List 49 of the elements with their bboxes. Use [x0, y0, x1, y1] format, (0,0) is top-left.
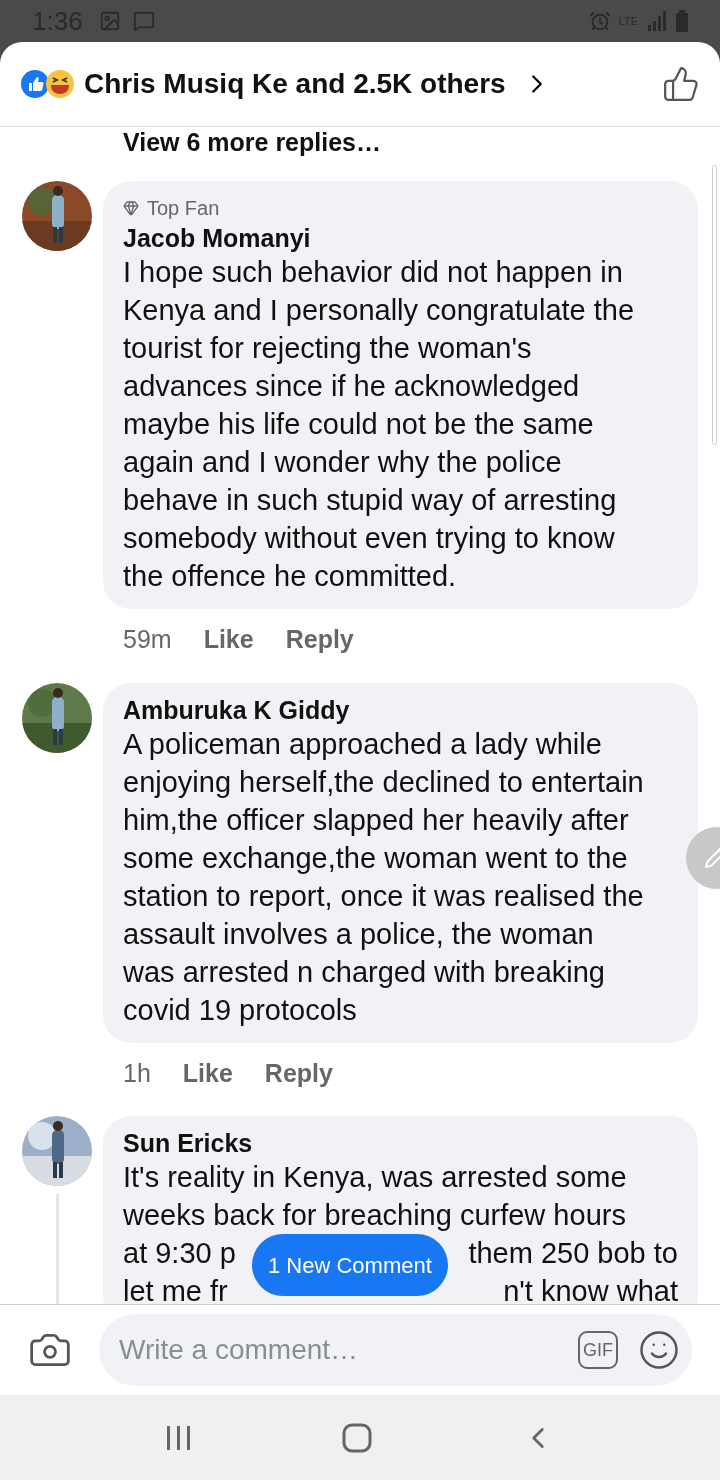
comment-text: them 250 bob to	[468, 1236, 678, 1271]
comment-text: covid 19 protocols	[123, 992, 357, 1028]
comment-text: somebody without even trying to know	[123, 521, 615, 556]
comment-text: weeks back for breaching curfew hours	[123, 1198, 626, 1233]
comment-action[interactable]: Like	[203, 621, 254, 659]
message-icon	[132, 10, 155, 32]
emoji-icon[interactable]	[638, 1329, 680, 1371]
home-icon[interactable]	[342, 1422, 372, 1453]
signal-icon	[646, 11, 668, 31]
comment-text: at 9:30 p	[123, 1236, 236, 1271]
comment-text: maybe his life could not be the same	[123, 407, 594, 442]
comment-text: enjoying herself,the declined to entertain	[123, 764, 644, 800]
reactions-icon	[20, 69, 76, 99]
comment-text: behave in such stupid way of arresting	[123, 483, 617, 518]
alarm-icon	[588, 10, 611, 32]
image-icon	[98, 10, 121, 32]
comment-text: again and I wonder why the police	[123, 445, 562, 480]
view-more-replies-link[interactable]: View 6 more replies…	[123, 127, 720, 157]
commenter-name[interactable]: Amburuka K Giddy	[123, 694, 678, 725]
like-icon[interactable]	[662, 65, 700, 103]
comment-time: 1h	[123, 1057, 151, 1089]
comment-text: Kenya and I personally congratulate the	[123, 293, 635, 328]
comment-text: let me fr	[123, 1274, 228, 1309]
badge-label: Top Fan	[147, 196, 220, 221]
commenter-name[interactable]: Jacob Momanyi	[123, 223, 678, 253]
comment-text: some exchange,the woman went to the	[123, 840, 628, 876]
comment-text: tourist for rejecting the woman's	[123, 331, 532, 366]
battery-icon	[676, 10, 688, 32]
comment-field[interactable]: Write a comment… GIF	[99, 1314, 692, 1386]
comment-text: I hope such behavior did not happen in	[123, 255, 623, 290]
comment-text: It's reality in Kenya, was arrested some	[123, 1160, 627, 1195]
comment-text: n't know what	[503, 1274, 678, 1309]
comment-action[interactable]: Like	[182, 1054, 233, 1092]
comment-text: advances since if he acknowledged	[123, 369, 580, 404]
comment-text: him,the officer slapped her heavily after	[123, 802, 629, 838]
recent-apps-icon[interactable]	[164, 1423, 193, 1452]
commenter-name[interactable]: Sun Ericks	[123, 1128, 678, 1158]
diamond-icon	[123, 200, 139, 216]
comment-action[interactable]: Reply	[264, 1054, 333, 1092]
comment-time: 59m	[123, 624, 172, 655]
gif-button[interactable]: GIF	[578, 1331, 618, 1369]
comment-text: the offence he committed.	[123, 559, 457, 594]
comment-text: station to report, once it was realised the	[123, 878, 644, 914]
comment-text: A policeman approached a lady while	[123, 726, 602, 762]
comment-text: assault involves a police, the woman	[123, 916, 594, 952]
reactions-summary[interactable]: Chris Musiq Ke and 2.5K others	[84, 63, 506, 105]
comment-text: was arrested n charged with breaking	[123, 954, 605, 990]
new-comment-button[interactable]: 1 New Comment	[252, 1234, 448, 1296]
comment-action[interactable]: Reply	[285, 621, 354, 659]
